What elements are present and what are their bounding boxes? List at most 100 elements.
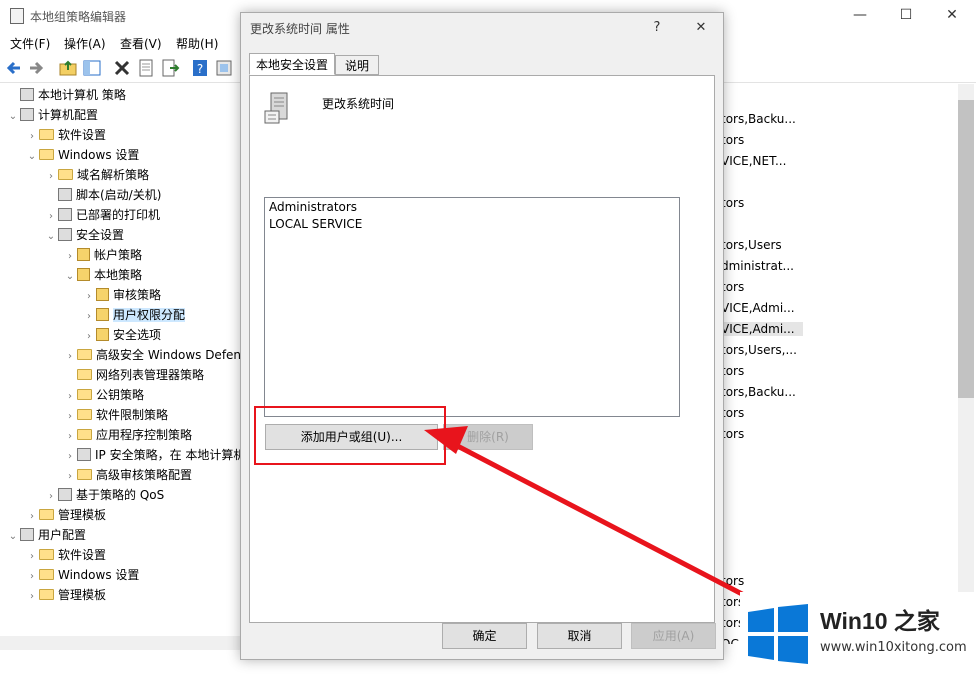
chevron-right-icon[interactable]: › bbox=[44, 487, 58, 507]
tree-item[interactable]: › 帐户策略 bbox=[63, 245, 142, 265]
chevron-right-icon[interactable]: › bbox=[63, 407, 77, 427]
maximize-button[interactable]: ☐ bbox=[886, 4, 926, 26]
members-listbox[interactable]: Administrators LOCAL SERVICE bbox=[264, 197, 680, 417]
tree-item[interactable]: › IP 安全策略，在 本地计算机 bbox=[63, 445, 240, 465]
tree-item-label: 管理模板 bbox=[58, 508, 107, 522]
tree-item[interactable]: › 管理模板 bbox=[25, 505, 106, 525]
details-row-value[interactable]: tors bbox=[721, 406, 744, 420]
details-row-value[interactable]: tors bbox=[721, 133, 744, 147]
member-local-service[interactable]: LOCAL SERVICE bbox=[269, 217, 362, 231]
menu-view[interactable]: 查看(V) bbox=[120, 35, 162, 52]
chevron-right-icon[interactable]: › bbox=[82, 287, 96, 307]
chevron-right-icon[interactable]: › bbox=[44, 207, 58, 227]
tree-item[interactable]: › 公钥策略 bbox=[63, 385, 144, 405]
close-button[interactable]: ✕ bbox=[932, 4, 972, 26]
apply-button[interactable]: 应用(A) bbox=[631, 623, 716, 649]
view-icon[interactable] bbox=[214, 58, 234, 78]
cancel-button[interactable]: 取消 bbox=[537, 623, 622, 649]
chevron-right-icon[interactable]: › bbox=[25, 127, 39, 147]
dialog-close-button[interactable]: ✕ bbox=[687, 17, 715, 39]
tab-explain[interactable]: 说明 bbox=[335, 55, 379, 75]
chevron-down-icon[interactable]: ⌄ bbox=[6, 527, 20, 547]
chevron-right-icon[interactable]: › bbox=[44, 167, 58, 187]
tree-item[interactable]: 本地计算机 策略 bbox=[6, 85, 126, 105]
details-row-value[interactable]: dministrat... bbox=[721, 259, 794, 273]
tree-item[interactable]: › 软件设置 bbox=[25, 545, 106, 565]
tree-item[interactable]: › 用户权限分配 bbox=[82, 305, 186, 327]
chevron-right-icon[interactable]: › bbox=[82, 327, 96, 347]
highlight-box bbox=[254, 406, 446, 465]
policy-name: 更改系统时间 bbox=[322, 97, 395, 111]
tree-item[interactable]: › 软件设置 bbox=[25, 125, 106, 145]
up-folder-icon[interactable] bbox=[58, 58, 78, 78]
chevron-right-icon[interactable]: › bbox=[63, 347, 77, 367]
chevron-right-icon[interactable]: › bbox=[63, 427, 77, 447]
back-icon[interactable] bbox=[4, 58, 24, 78]
tab-local-security-setting[interactable]: 本地安全设置 bbox=[249, 53, 335, 75]
details-row-value[interactable]: VICE,Admi... bbox=[721, 301, 795, 315]
tree-item[interactable]: › 审核策略 bbox=[82, 285, 161, 305]
tree-item[interactable]: ⌄ Windows 设置 bbox=[25, 145, 140, 167]
tree-item[interactable]: 网络列表管理器策略 bbox=[63, 365, 204, 385]
tree-item[interactable]: ⌄ 本地策略 bbox=[63, 265, 142, 285]
delete-icon[interactable] bbox=[112, 58, 132, 78]
details-row-value[interactable]: tors,Users,... bbox=[721, 343, 797, 357]
chevron-right-icon[interactable]: › bbox=[82, 307, 96, 327]
tree-item[interactable]: › 高级审核策略配置 bbox=[63, 465, 192, 485]
details-row-value[interactable]: tors bbox=[721, 427, 744, 441]
chevron-right-icon[interactable]: › bbox=[63, 467, 77, 487]
menu-help[interactable]: 帮助(H) bbox=[176, 35, 218, 52]
show-hide-tree-icon[interactable] bbox=[82, 58, 102, 78]
details-row-value[interactable]: VICE,NET... bbox=[721, 154, 786, 168]
details-row-value[interactable]: tors,Backu... bbox=[721, 112, 796, 126]
details-row-value[interactable]: tors,Users bbox=[721, 238, 782, 252]
minimize-button[interactable]: — bbox=[840, 4, 880, 26]
details-row-value[interactable]: tors,Backu... bbox=[721, 385, 796, 399]
menu-action[interactable]: 操作(A) bbox=[64, 35, 106, 52]
tree-item[interactable]: › Windows 设置 bbox=[25, 565, 139, 585]
folder-icon bbox=[77, 389, 92, 400]
tree-item[interactable]: 脚本(启动/关机) bbox=[44, 185, 161, 205]
tree-item-label: 高级安全 Windows Defender 防火墙 bbox=[96, 348, 240, 362]
chevron-down-icon[interactable]: ⌄ bbox=[25, 147, 39, 167]
chevron-right-icon[interactable]: › bbox=[25, 567, 39, 587]
tree-item[interactable]: › 高级安全 Windows Defender 防火墙 bbox=[63, 345, 240, 365]
tree-item-label: 应用程序控制策略 bbox=[96, 428, 193, 442]
details-row-value[interactable]: tors bbox=[721, 280, 744, 294]
tree-item[interactable]: › 应用程序控制策略 bbox=[63, 425, 192, 445]
chevron-down-icon[interactable]: ⌄ bbox=[44, 227, 58, 247]
tree-horizontal-scrollbar[interactable] bbox=[0, 636, 240, 650]
properties-icon[interactable] bbox=[136, 58, 156, 78]
export-list-icon[interactable] bbox=[160, 58, 180, 78]
tree-item[interactable]: ⌄ 计算机配置 bbox=[6, 105, 98, 125]
tree-item[interactable]: › 安全选项 bbox=[82, 325, 161, 345]
details-row-value[interactable]: tors bbox=[721, 196, 744, 210]
details-row-value[interactable]: tors bbox=[721, 574, 744, 588]
menu-file[interactable]: 文件(F) bbox=[10, 35, 50, 52]
chevron-right-icon[interactable]: › bbox=[63, 387, 77, 407]
chevron-down-icon[interactable]: ⌄ bbox=[63, 267, 77, 287]
tree-item[interactable]: › 域名解析策略 bbox=[44, 165, 149, 185]
dialog-help-button[interactable]: ? bbox=[643, 17, 671, 39]
forward-icon[interactable] bbox=[26, 58, 46, 78]
chevron-right-icon[interactable]: › bbox=[25, 587, 39, 607]
chevron-down-icon[interactable]: ⌄ bbox=[6, 107, 20, 127]
tree-item[interactable]: ⌄ 安全设置 bbox=[44, 225, 124, 245]
help-icon[interactable]: ? bbox=[190, 58, 210, 78]
tree-item[interactable]: › 管理模板 bbox=[25, 585, 106, 605]
tree-item[interactable]: › 基于策略的 QoS bbox=[44, 485, 164, 505]
chevron-right-icon[interactable]: › bbox=[63, 247, 77, 267]
folder-icon bbox=[39, 129, 54, 140]
remove-button[interactable]: 删除(R) bbox=[443, 424, 533, 450]
tree-item[interactable]: › 已部署的打印机 bbox=[44, 205, 160, 225]
tree-item[interactable]: › 软件限制策略 bbox=[63, 405, 168, 425]
chevron-right-icon[interactable]: › bbox=[25, 547, 39, 567]
scrollbar-thumb[interactable] bbox=[958, 100, 974, 398]
details-row-value[interactable]: VICE,Admi... bbox=[721, 322, 803, 336]
tree-item[interactable]: ⌄ 用户配置 bbox=[6, 525, 86, 545]
ok-button[interactable]: 确定 bbox=[442, 623, 527, 649]
member-administrators[interactable]: Administrators bbox=[269, 200, 357, 214]
details-row-value[interactable]: tors bbox=[721, 364, 744, 378]
chevron-right-icon[interactable]: › bbox=[25, 507, 39, 527]
chevron-right-icon[interactable]: › bbox=[63, 447, 77, 467]
